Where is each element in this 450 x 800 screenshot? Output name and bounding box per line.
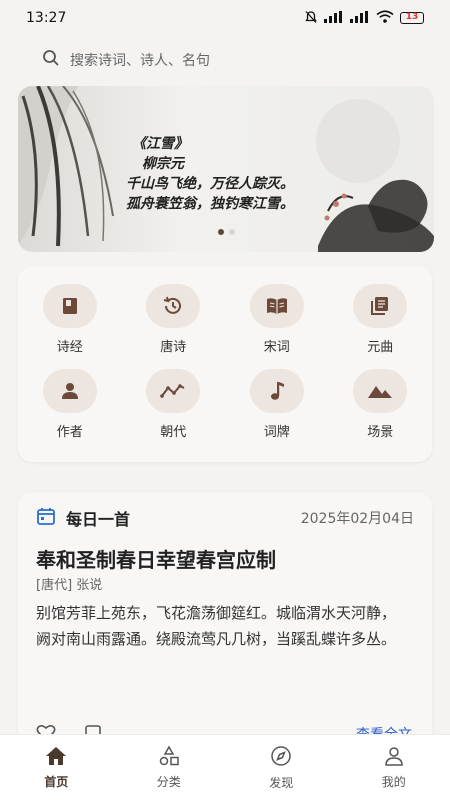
mute-icon [304, 10, 318, 27]
daily-poem-title-wrap: 每日一首 [36, 506, 130, 530]
status-time: 13:27 [26, 10, 67, 26]
banner-poem-title: 《江雪》 [132, 136, 188, 152]
category-label: 朝代 [160, 425, 187, 440]
poem-author: [唐代] 张说 [36, 578, 103, 593]
calendar-icon [36, 506, 56, 530]
category-label: 唐诗 [160, 340, 187, 355]
daily-poem-header: 每日一首 2025年02月04日 [36, 506, 414, 530]
category-item-scene[interactable]: 场景 [329, 369, 433, 440]
category-label: 作者 [56, 425, 83, 440]
search-placeholder: 搜索诗词、诗人、名句 [70, 53, 210, 69]
tab-discover[interactable]: 发现 [225, 735, 338, 800]
category-label: 诗经 [56, 340, 83, 355]
user-icon [384, 746, 404, 769]
tab-label: 分类 [156, 774, 181, 789]
status-icons: 13 [304, 10, 424, 27]
poem-line: 别馆芳菲上苑东，飞花澹荡御筵红。城临渭水天河静， [36, 604, 397, 622]
category-label: 词牌 [263, 425, 290, 440]
category-item-yuanqu[interactable]: 元曲 [329, 284, 433, 355]
carousel-dot [229, 229, 235, 235]
category-label: 宋词 [263, 340, 290, 355]
daily-poem-date: 2025年02月04日 [300, 511, 414, 527]
timeline-icon [146, 369, 201, 413]
history-icon [146, 284, 201, 328]
category-label: 场景 [367, 425, 394, 440]
category-grid: 诗经 唐诗 宋词 元曲 作者 朝代 词牌 场景 [18, 284, 432, 440]
wifi-icon [376, 10, 394, 26]
tab-label: 首页 [44, 774, 69, 789]
banner-carousel[interactable]: 《江雪》 柳宗元 千山鸟飞绝，万径人踪灭。 孤舟蓑笠翁，独钓寒江雪。 [18, 86, 434, 252]
banner-poem: 《江雪》 柳宗元 千山鸟飞绝，万径人踪灭。 孤舟蓑笠翁，独钓寒江雪。 [126, 134, 294, 214]
category-item-songci[interactable]: 宋词 [225, 284, 329, 355]
poem-title: 奉和圣制春日幸望春宫应制 [36, 548, 276, 572]
tab-label: 我的 [381, 774, 406, 789]
tab-profile[interactable]: 我的 [338, 735, 450, 800]
carousel-indicator [218, 229, 235, 235]
daily-poem-card[interactable]: 每日一首 2025年02月04日 奉和圣制春日幸望春宫应制 [唐代] 张说 别馆… [18, 492, 432, 752]
search-bar[interactable]: 搜索诗词、诗人、名句 [18, 42, 432, 78]
battery-icon: 13 [400, 12, 424, 24]
home-icon [45, 746, 67, 769]
tab-home[interactable]: 首页 [0, 735, 113, 800]
open-book-icon [249, 284, 304, 328]
category-item-dynasty[interactable]: 朝代 [122, 369, 226, 440]
category-item-author[interactable]: 作者 [18, 369, 122, 440]
bottom-tab-bar: 首页 分类 发现 我的 [0, 734, 450, 800]
category-item-cipai[interactable]: 词牌 [225, 369, 329, 440]
mountain-icon [353, 369, 408, 413]
library-icon [353, 284, 408, 328]
banner-poem-line: 孤舟蓑笠翁，独钓寒江雪。 [126, 196, 294, 212]
search-icon [42, 49, 60, 71]
person-icon [42, 369, 97, 413]
status-bar: 13:27 13 [0, 0, 450, 36]
tab-category[interactable]: 分类 [113, 735, 226, 800]
category-item-shijing[interactable]: 诗经 [18, 284, 122, 355]
banner-poem-line: 千山鸟飞绝，万径人踪灭。 [126, 176, 294, 192]
category-card: 诗经 唐诗 宋词 元曲 作者 朝代 词牌 场景 [18, 266, 432, 462]
category-icon [158, 744, 180, 769]
carousel-dot [218, 229, 224, 235]
tab-label: 发现 [269, 775, 294, 790]
category-item-tangshi[interactable]: 唐诗 [122, 284, 226, 355]
compass-icon [270, 745, 292, 770]
book-icon [42, 284, 97, 328]
music-note-icon [249, 369, 304, 413]
poem-body: 别馆芳菲上苑东，飞花澹荡御筵红。城临渭水天河静， 阙对南山雨露通。绕殿流莺凡几树… [36, 600, 422, 652]
signal-icon [324, 10, 344, 26]
poem-line: 阙对南山雨露通。绕殿流莺凡几树，当蹊乱蝶许多丛。 [36, 630, 397, 648]
daily-poem-heading: 每日一首 [66, 510, 131, 529]
signal-icon [350, 10, 370, 26]
category-label: 元曲 [367, 340, 394, 355]
banner-poem-author: 柳宗元 [142, 156, 184, 172]
